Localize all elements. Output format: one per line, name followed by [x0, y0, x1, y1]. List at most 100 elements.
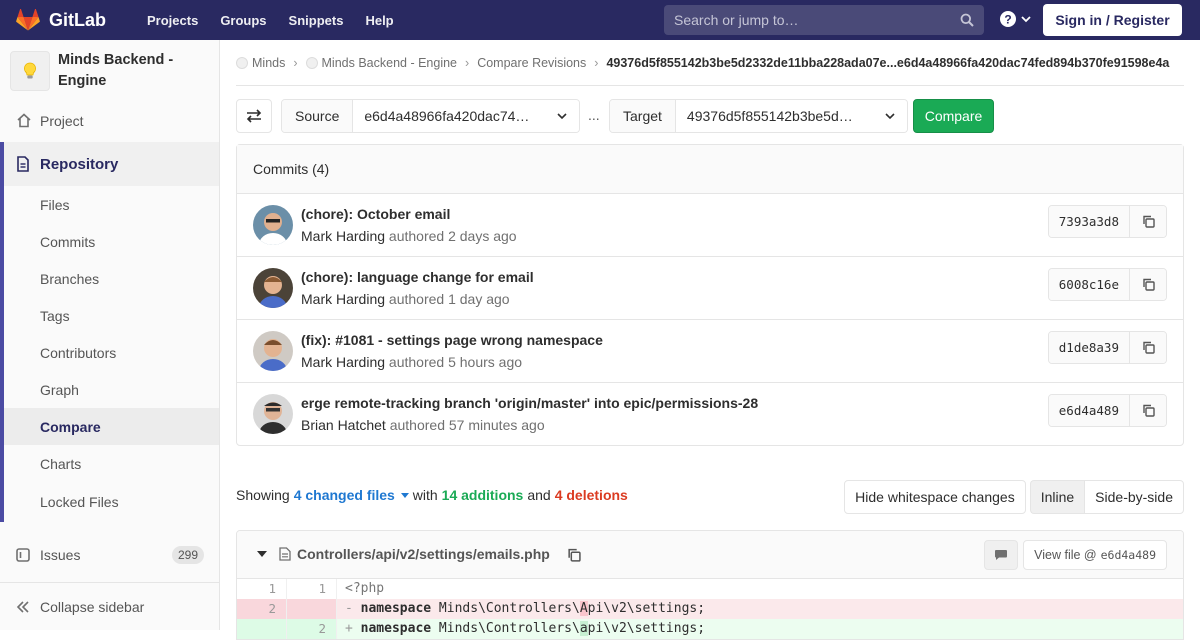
sidebar-item-graph[interactable]: Graph — [4, 371, 219, 408]
project-avatar — [10, 51, 50, 91]
copy-sha-button[interactable] — [1130, 206, 1166, 237]
changed-char: A — [579, 601, 588, 616]
comment-icon — [995, 550, 1008, 560]
breadcrumb-compare[interactable]: Compare Revisions — [477, 56, 586, 70]
diff-line-code: - namespace Minds\Controllers\Api\v2\set… — [337, 599, 705, 619]
commit-sha[interactable]: 7393a3d8 — [1048, 206, 1130, 237]
commit-row: (chore): language change for email Mark … — [237, 257, 1183, 320]
sidebar-item-branches[interactable]: Branches — [4, 260, 219, 297]
sidebar-item-commits[interactable]: Commits — [4, 223, 219, 260]
commit-author[interactable]: Mark Harding — [301, 228, 385, 244]
swap-arrows-icon — [246, 109, 262, 123]
author-avatar[interactable] — [253, 268, 293, 308]
nav-help[interactable]: Help — [354, 13, 404, 28]
breadcrumb-minds[interactable]: Minds — [236, 56, 285, 70]
commit-sha[interactable]: d1de8a39 — [1048, 332, 1130, 363]
target-revision-dropdown[interactable]: 49376d5f855142b3be5d… — [675, 100, 907, 132]
sidebar-item-repository[interactable]: Repository — [4, 142, 219, 186]
collapse-sidebar-label: Collapse sidebar — [40, 598, 145, 615]
author-avatar[interactable] — [253, 394, 293, 434]
commit-author[interactable]: Mark Harding — [301, 354, 385, 370]
breadcrumb-separator-icon: › — [293, 55, 298, 70]
author-avatar[interactable] — [253, 205, 293, 245]
commit-title[interactable]: (chore): language change for email — [301, 269, 534, 285]
sign-in-button[interactable]: Sign in / Register — [1043, 4, 1182, 36]
copy-sha-button[interactable] — [1130, 269, 1166, 300]
copy-icon — [1142, 278, 1155, 291]
issues-count-badge: 299 — [171, 546, 204, 564]
summary-showing: Showing — [236, 487, 290, 503]
brand-name: GitLab — [49, 9, 106, 30]
new-line-number[interactable]: 1 — [287, 579, 337, 599]
summary-and: and — [527, 487, 551, 503]
commit-title[interactable]: erge remote-tracking branch 'origin/mast… — [301, 395, 758, 411]
sidebar-item-files[interactable]: Files — [4, 186, 219, 223]
diff-line-code: <?php — [345, 581, 385, 596]
keyword: namespace — [360, 601, 432, 616]
view-file-button[interactable]: View file @ e6d4a489 — [1023, 540, 1167, 570]
sidebar-item-repository-label: Repository — [40, 155, 119, 173]
side-by-side-view-button[interactable]: Side-by-side — [1084, 480, 1184, 514]
sidebar-item-contributors[interactable]: Contributors — [4, 334, 219, 371]
hide-whitespace-button[interactable]: Hide whitespace changes — [844, 480, 1026, 514]
old-line-number[interactable]: 1 — [237, 579, 287, 599]
swap-revisions-button[interactable] — [236, 99, 272, 133]
commit-title[interactable]: (chore): October email — [301, 206, 450, 222]
diff-line: 1 1 <?php — [237, 579, 1183, 599]
commit-sha[interactable]: 6008c16e — [1048, 269, 1130, 300]
nav-projects[interactable]: Projects — [136, 13, 209, 28]
caret-down-icon — [400, 493, 409, 499]
diff-file-path[interactable]: Controllers/api/v2/settings/emails.php — [297, 546, 550, 562]
sidebar-item-issues[interactable]: Issues 299 — [0, 535, 219, 575]
code-segment: Minds\Controllers\ — [431, 621, 580, 636]
commits-list: Commits (4) (chore): October email Mark … — [236, 144, 1184, 446]
double-chevron-left-icon — [16, 600, 34, 613]
source-revision-dropdown[interactable]: e6d4a48966fa420dac74… — [353, 100, 579, 132]
collapse-sidebar-button[interactable]: Collapse sidebar — [0, 582, 219, 630]
toggle-comments-button[interactable] — [984, 540, 1019, 570]
commit-meta: Mark Harding authored 1 day ago — [301, 291, 510, 307]
sidebar-item-locked-files[interactable]: Locked Files — [4, 482, 219, 522]
commit-title[interactable]: (fix): #1081 - settings page wrong names… — [301, 332, 603, 348]
commit-author[interactable]: Brian Hatchet — [301, 417, 386, 433]
sidebar-item-issues-label: Issues — [40, 547, 81, 563]
inline-view-button[interactable]: Inline — [1029, 480, 1085, 514]
collapse-caret-icon[interactable] — [257, 551, 267, 559]
new-line-number[interactable] — [287, 599, 337, 619]
project-mini-avatar — [305, 56, 318, 69]
summary-with: with — [412, 487, 438, 503]
commit-author[interactable]: Mark Harding — [301, 291, 385, 307]
breadcrumb-current[interactable]: 49376d5f855142b3be5d2332de11bba228ada07e… — [606, 56, 1169, 70]
nav-groups[interactable]: Groups — [209, 13, 277, 28]
help-dropdown[interactable]: ? — [1000, 11, 1031, 27]
compare-button[interactable]: Compare — [913, 99, 994, 133]
main-content: Minds › Minds Backend - Engine › Compare… — [236, 40, 1184, 640]
search-icon — [960, 13, 974, 27]
copy-path-icon[interactable] — [567, 548, 581, 562]
author-avatar[interactable] — [253, 331, 293, 371]
breadcrumb-project[interactable]: Minds Backend - Engine — [305, 56, 457, 70]
search-input[interactable]: Search or jump to… — [664, 5, 984, 35]
copy-sha-button[interactable] — [1130, 395, 1166, 426]
commits-header: Commits (4) — [237, 145, 1183, 194]
nav-snippets[interactable]: Snippets — [278, 13, 355, 28]
copy-sha-button[interactable] — [1130, 332, 1166, 363]
old-line-number[interactable]: 2 — [237, 599, 287, 619]
chevron-down-icon — [557, 113, 567, 120]
sidebar-item-compare[interactable]: Compare — [4, 408, 219, 445]
old-line-number[interactable] — [237, 619, 287, 639]
new-line-number[interactable]: 2 — [287, 619, 337, 639]
project-header[interactable]: Minds Backend - Engine — [0, 40, 219, 102]
sidebar-item-tags[interactable]: Tags — [4, 297, 219, 334]
commit-sha[interactable]: e6d4a489 — [1048, 395, 1130, 426]
commit-meta: Mark Harding authored 2 days ago — [301, 228, 517, 244]
changed-files-dropdown[interactable]: 4 changed files — [294, 487, 409, 503]
sidebar-repository-section: Repository Files Commits Branches Tags C… — [0, 142, 219, 522]
commit-time: authored 57 minutes ago — [389, 417, 545, 433]
range-ellipsis: ... — [588, 107, 600, 123]
sidebar-item-charts[interactable]: Charts — [4, 445, 219, 482]
diff-file-actions: View file @ e6d4a489 — [984, 540, 1167, 570]
sidebar-item-project[interactable]: Project — [0, 102, 219, 139]
gitlab-logo[interactable]: GitLab — [16, 9, 106, 31]
project-title: Minds Backend - Engine — [58, 52, 174, 89]
